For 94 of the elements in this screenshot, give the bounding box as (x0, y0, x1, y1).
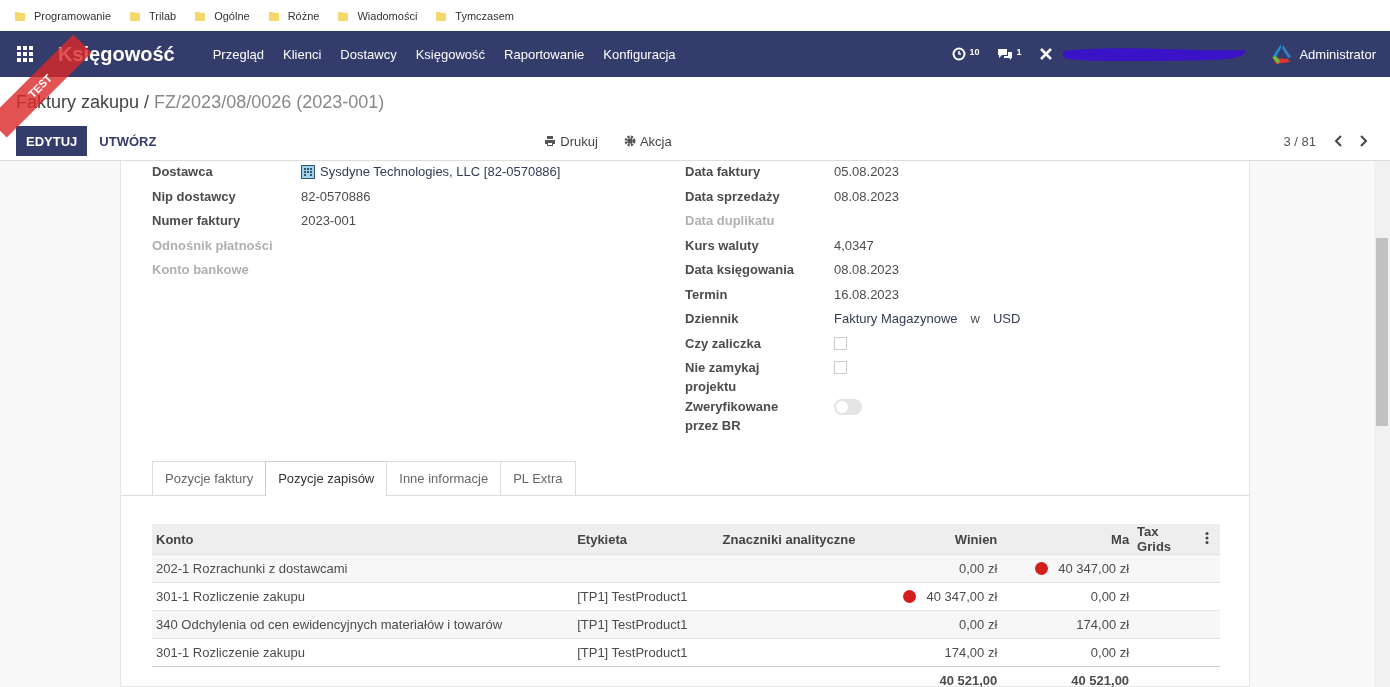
create-button[interactable]: UTWÓRZ (87, 126, 169, 156)
message-count: 1 (1016, 47, 1022, 57)
folder-icon (129, 9, 142, 22)
amount-text: 0,00 zł (959, 561, 998, 576)
menu-item[interactable]: Klienci (283, 46, 322, 62)
pager-counter: 3 / 81 (1283, 133, 1316, 149)
checkbox[interactable] (834, 361, 847, 374)
bookmark-link[interactable]: Ogólne (214, 9, 250, 22)
bookmark-link[interactable]: Wiadomości (357, 9, 418, 22)
field-label: Data księgowania (685, 261, 796, 279)
amount-text: 0,00 zł (959, 617, 998, 632)
field-label: Nie zamykaj projektu (685, 359, 761, 396)
field-label: Termin (685, 285, 729, 304)
amount-text: 0,00 zł (1090, 589, 1130, 604)
apps-menu-icon[interactable] (16, 45, 34, 63)
table-cell: 202-1 Rozrachunki z dostawcami (156, 561, 348, 576)
gear-icon (623, 135, 636, 147)
total-amount: 40 521,00 (939, 673, 998, 687)
table-cell: [TP1] TestProduct1 (577, 645, 688, 660)
notebook-tab[interactable]: Pozycje zapisów (265, 461, 388, 496)
bookmark-link[interactable]: Tymczasem (455, 9, 515, 22)
notebook-tab[interactable]: PL Extra (500, 461, 576, 495)
field-value: 2023-001 (301, 213, 356, 228)
next-icon[interactable] (1358, 135, 1368, 147)
amount-text: 40 347,00 zł (1058, 561, 1130, 576)
activity-count: 10 (969, 47, 980, 57)
field-value: 16.08.2023 (834, 286, 900, 302)
field-label: Dziennik (685, 310, 740, 328)
column-header[interactable]: Winien (879, 524, 1002, 555)
folder-icon (435, 9, 448, 22)
breadcrumb-current: FZ/2023/08/0026 (2023-001) (154, 92, 385, 112)
column-header[interactable]: Etykieta (573, 524, 719, 555)
field-label: Data duplikatu (685, 212, 776, 230)
journal-link[interactable]: Faktury Magazynowe (834, 309, 958, 328)
chat-icon[interactable] (997, 47, 1014, 61)
menu-item[interactable]: Księgowość (415, 46, 486, 62)
edit-button[interactable]: EDYTUJ (16, 126, 88, 156)
supplier-link[interactable]: Sysdyne Technologies, LLC [82-0570886] (320, 162, 561, 181)
folder-icon (337, 9, 350, 22)
notebook-tab[interactable]: Pozycje faktury (152, 461, 267, 495)
folder-icon (194, 9, 207, 22)
field-label: Data faktury (685, 163, 762, 181)
action-menu[interactable]: Akcja (617, 132, 678, 150)
user-name[interactable]: Administrator (1299, 46, 1376, 62)
amount-text: 0,00 zł (1090, 645, 1130, 660)
currency-link[interactable]: USD (992, 309, 1021, 328)
total-amount: 40 521,00 (1071, 673, 1130, 687)
field-value: 05.08.2023 (834, 164, 900, 179)
company-icon (301, 164, 315, 179)
notebook-tab[interactable]: Inne informacje (386, 461, 502, 495)
toggle-switch[interactable] (834, 399, 862, 415)
column-header[interactable]: Ma (1001, 524, 1134, 555)
menu-item[interactable]: Raportowanie (504, 46, 585, 62)
field-label: Odnośnik płatności (152, 236, 274, 255)
field-label: Dostawca (152, 163, 214, 181)
logo-icon (1269, 42, 1294, 66)
amount-text: 174,00 zł (1076, 617, 1130, 632)
column-header[interactable]: Znaczniki analityczne (718, 524, 880, 555)
print-menu[interactable]: Drukuj (538, 132, 604, 150)
field-label: Kurs waluty (685, 236, 760, 255)
table-cell: [TP1] TestProduct1 (577, 589, 688, 604)
amount-text: 40 347,00 zł (926, 589, 998, 604)
folder-icon (267, 9, 280, 22)
checkbox[interactable] (834, 336, 847, 350)
field-label: Data sprzedaży (685, 187, 781, 206)
menu-item[interactable]: Przegląd (212, 46, 264, 62)
field-label: Czy zaliczka (685, 334, 762, 353)
column-header[interactable]: Konto (152, 524, 574, 555)
bookmark-link[interactable]: Różne (287, 9, 320, 22)
menu-item[interactable]: Konfiguracja (603, 46, 676, 62)
column-header[interactable]: Tax Grids (1133, 524, 1197, 555)
folder-icon (14, 9, 26, 22)
scrollbar[interactable] (1374, 161, 1390, 687)
field-value: 82-0570886 (301, 188, 371, 204)
bookmark-link[interactable]: Programowanie (34, 9, 112, 22)
table-cell: 340 Odchylenia od cen ewidencyjnych materiałów i towarów (156, 617, 503, 632)
table-cell: [TP1] TestProduct1 (577, 617, 688, 632)
field-value: 08.08.2023 (834, 188, 900, 204)
field-label: Numer faktury (152, 212, 242, 230)
field-label: Zweryfikowane przez BR (685, 398, 780, 435)
field-value: 08.08.2023 (834, 262, 900, 277)
printer-icon (544, 135, 557, 147)
field-value: 4,0347 (834, 237, 874, 253)
breadcrumb-separator: / (144, 92, 150, 112)
field-label: Nip dostawcy (152, 187, 237, 206)
joiner-text: w (970, 310, 980, 328)
menu-item[interactable]: Dostawcy (340, 46, 397, 62)
amount-text: 174,00 zł (944, 645, 998, 660)
table-cell: 301-1 Rozliczenie zakupu (156, 589, 305, 604)
field-label: Konto bankowe (152, 261, 250, 279)
table-cell: 301-1 Rozliczenie zakupu (156, 645, 305, 660)
clock-icon[interactable] (952, 47, 967, 61)
bookmark-link[interactable]: Trilab (149, 9, 177, 22)
previous-icon[interactable] (1334, 135, 1344, 147)
